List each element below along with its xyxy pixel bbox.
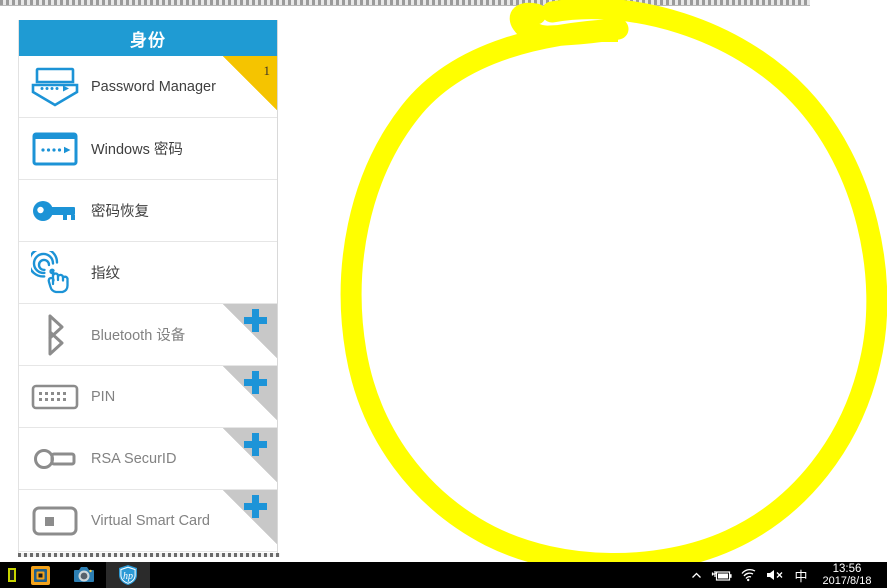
page-title: 身份 bbox=[130, 30, 166, 50]
password-manager-icon bbox=[19, 56, 91, 117]
snip-marquee-bottom bbox=[18, 553, 280, 557]
list-item-windows-password[interactable]: Windows 密码 bbox=[19, 118, 277, 180]
list-item-label: Virtual Smart Card bbox=[91, 512, 210, 529]
list-item-password-recovery[interactable]: 密码恢复 bbox=[19, 180, 277, 242]
windows-password-icon bbox=[19, 118, 91, 179]
list-item-label: Windows 密码 bbox=[91, 142, 183, 158]
wifi-icon[interactable] bbox=[735, 562, 761, 588]
list-item-label: 密码恢复 bbox=[91, 204, 149, 220]
list-item-bluetooth-device[interactable]: Bluetooth 设备 bbox=[19, 304, 277, 366]
taskbar-app-hp-client-security[interactable]: hp bbox=[106, 562, 150, 588]
panel-header: 身份 bbox=[19, 20, 277, 56]
add-virtual-smart-card-button[interactable] bbox=[241, 492, 271, 522]
rsa-securid-token-icon bbox=[19, 428, 91, 489]
taskbar-app-explorer[interactable] bbox=[18, 562, 62, 588]
snip-marquee-top bbox=[0, 0, 810, 6]
system-tray: 中 13:56 2017/8/18 bbox=[683, 562, 887, 588]
list-item-label: RSA SecurID bbox=[91, 450, 177, 467]
status-badge: 1 bbox=[263, 63, 271, 78]
list-item-pin[interactable]: PIN bbox=[19, 366, 277, 428]
list-item-label: PIN bbox=[91, 388, 116, 405]
fingerprint-icon bbox=[19, 242, 91, 303]
add-pin-button[interactable] bbox=[241, 368, 271, 398]
pin-keypad-icon bbox=[19, 366, 91, 427]
bluetooth-icon bbox=[19, 304, 91, 365]
list-item-rsa-securid[interactable]: RSA SecurID bbox=[19, 428, 277, 490]
password-recovery-key-icon bbox=[19, 180, 91, 241]
clock[interactable]: 13:56 2017/8/18 bbox=[815, 563, 883, 587]
taskbar: hp 中 13:56 2017/8/18 bbox=[0, 562, 887, 588]
svg-text:hp: hp bbox=[123, 571, 133, 582]
show-hidden-icons-chevron-up-icon[interactable] bbox=[683, 562, 709, 588]
taskbar-app-area: hp bbox=[0, 562, 150, 588]
battery-charging-icon[interactable] bbox=[709, 562, 735, 588]
clock-time: 13:56 bbox=[832, 563, 862, 575]
taskbar-app-partial[interactable] bbox=[0, 562, 18, 588]
identity-panel: 身份 Password Manager 1 Windows 密码 密码恢复 指纹… bbox=[18, 20, 278, 556]
ime-indicator[interactable]: 中 bbox=[787, 566, 815, 585]
add-rsa-securid-button[interactable] bbox=[241, 430, 271, 460]
clock-date: 2017/8/18 bbox=[822, 575, 872, 587]
list-item-label: Password Manager bbox=[91, 78, 216, 95]
list-item-label: Bluetooth 设备 bbox=[91, 328, 186, 344]
list-item-password-manager[interactable]: Password Manager 1 bbox=[19, 56, 277, 118]
taskbar-app-camera[interactable] bbox=[62, 562, 106, 588]
highlighter-annotation bbox=[340, 0, 887, 562]
list-item-label: 指纹 bbox=[91, 266, 120, 282]
speaker-muted-icon[interactable] bbox=[761, 562, 787, 588]
virtual-smart-card-icon bbox=[19, 490, 91, 551]
list-item-virtual-smart-card[interactable]: Virtual Smart Card bbox=[19, 490, 277, 552]
add-bluetooth-button[interactable] bbox=[241, 306, 271, 336]
list-item-fingerprint[interactable]: 指纹 bbox=[19, 242, 277, 304]
screenshot-canvas: 身份 Password Manager 1 Windows 密码 密码恢复 指纹… bbox=[0, 0, 887, 588]
